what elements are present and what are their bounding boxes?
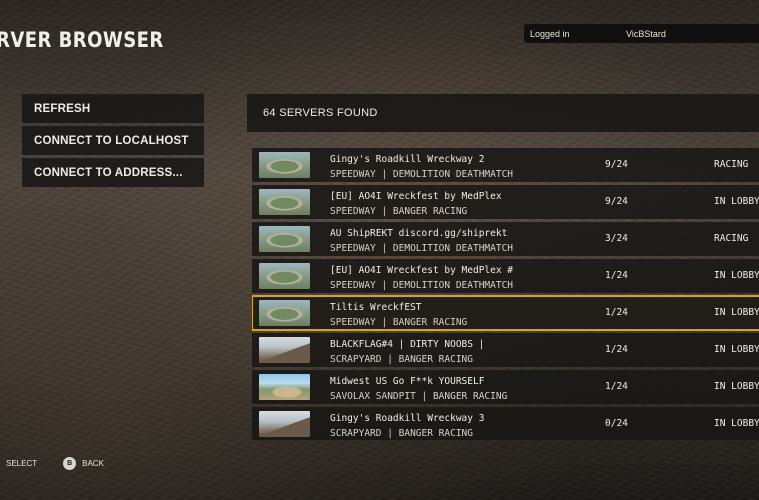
connect-localhost-label: CONNECT TO LOCALHOST (34, 134, 189, 147)
track-thumbnail (259, 263, 310, 289)
track-thumbnail (259, 411, 310, 437)
player-count: 9/24 (605, 196, 628, 207)
server-info: [EU] AO4I Wreckfest by MedPlex SPEEDWAY |… (330, 191, 502, 217)
server-status: IN LOBBY (714, 307, 759, 318)
select-label: SELECT (6, 458, 38, 468)
server-row[interactable]: Midwest US Go F**k YOURSELF SAVOLAX SANDP… (252, 370, 759, 404)
server-name: Midwest US Go F**k YOURSELF (330, 376, 485, 387)
server-name: [EU] AO4I Wreckfest by MedPlex # (330, 265, 514, 276)
server-name: Tiltis WreckfEST (330, 302, 422, 313)
server-status: IN LOBBY (714, 270, 759, 281)
server-track-mode: SAVOLAX SANDPIT | BANGER RACING (330, 391, 508, 402)
track-thumbnail (259, 189, 310, 215)
server-name: AU ShipREKT discord.gg/shiprekt (330, 228, 508, 239)
server-status: RACING (714, 159, 749, 170)
player-count: 1/24 (605, 344, 628, 355)
server-track-mode: SPEEDWAY | DEMOLITION DEATHMATCH (330, 169, 514, 180)
refresh-button[interactable]: REFRESH (22, 94, 204, 123)
track-thumbnail (259, 152, 310, 178)
server-name: Gingy's Roadkill Wreckway 3 (330, 413, 485, 424)
server-name: BLACKFLAG#4 | DIRTY NOOBS | (330, 339, 485, 350)
track-thumbnail (259, 226, 310, 252)
server-name: Gingy's Roadkill Wreckway 2 (330, 154, 485, 165)
server-status: RACING (714, 233, 749, 244)
server-row[interactable]: [EU] AO4I Wreckfest by MedPlex SPEEDWAY |… (252, 185, 759, 219)
b-button-icon: B (63, 456, 77, 470)
server-track-mode: SCRAPYARD | BANGER RACING (330, 428, 473, 439)
player-count: 1/24 (605, 270, 628, 281)
player-count: 0/24 (605, 418, 628, 429)
player-count: 1/24 (605, 307, 628, 318)
track-thumbnail (259, 300, 310, 326)
server-name: [EU] AO4I Wreckfest by MedPlex (330, 191, 502, 202)
server-row[interactable]: Gingy's Roadkill Wreckway 3 SCRAPYARD | B… (252, 407, 759, 440)
server-status: IN LOBBY (714, 344, 759, 355)
server-track-mode: SPEEDWAY | DEMOLITION DEATHMATCH (330, 243, 514, 254)
refresh-button-label: REFRESH (34, 102, 91, 115)
server-row[interactable]: Tiltis WreckfEST SPEEDWAY | BANGER RACING… (252, 295, 759, 331)
server-row[interactable]: [EU] AO4I Wreckfest by MedPlex # SPEEDWAY… (252, 259, 759, 293)
track-thumbnail (259, 337, 310, 363)
server-status: IN LOBBY (714, 196, 759, 207)
server-info: Gingy's Roadkill Wreckway 2 SPEEDWAY | DE… (330, 154, 513, 180)
server-status: IN LOBBY (714, 381, 759, 392)
server-track-mode: SPEEDWAY | DEMOLITION DEATHMATCH (330, 280, 514, 291)
server-info: Tiltis WreckfEST SPEEDWAY | BANGER RACING (330, 302, 467, 328)
server-track-mode: SPEEDWAY | BANGER RACING (330, 317, 468, 328)
server-track-mode: SPEEDWAY | BANGER RACING (330, 206, 468, 217)
server-count: 64 SERVERS FOUND (263, 107, 378, 119)
results-header: 64 SERVERS FOUND (247, 94, 759, 132)
login-label: Logged in (530, 28, 570, 39)
back-label: BACK (82, 458, 104, 468)
select-hint[interactable]: SELECT (6, 459, 37, 468)
server-info: AU ShipREKT discord.gg/shiprekt SPEEDWAY … (330, 228, 513, 254)
server-row[interactable]: Gingy's Roadkill Wreckway 2 SPEEDWAY | DE… (252, 148, 759, 182)
login-status-bar: Logged in VicBStard (524, 24, 759, 43)
server-list[interactable]: Gingy's Roadkill Wreckway 2 SPEEDWAY | DE… (252, 148, 759, 440)
username: VicBStard (626, 28, 666, 39)
connect-localhost-button[interactable]: CONNECT TO LOCALHOST (22, 126, 204, 155)
player-count: 9/24 (605, 159, 628, 170)
back-hint[interactable]: B BACK (63, 456, 104, 470)
side-menu: REFRESH CONNECT TO LOCALHOST CONNECT TO … (22, 94, 204, 190)
player-count: 3/24 (605, 233, 628, 244)
server-info: BLACKFLAG#4 | DIRTY NOOBS | SCRAPYARD | B… (330, 339, 484, 365)
player-count: 1/24 (605, 381, 628, 392)
track-thumbnail (259, 374, 310, 400)
page-title: RVER BROWSER (0, 28, 164, 52)
connect-address-button[interactable]: CONNECT TO ADDRESS... (22, 158, 204, 187)
controller-hints: SELECT B BACK (0, 455, 124, 471)
server-track-mode: SCRAPYARD | BANGER RACING (330, 354, 473, 365)
server-row[interactable]: AU ShipREKT discord.gg/shiprekt SPEEDWAY … (252, 222, 759, 256)
server-info: Gingy's Roadkill Wreckway 3 SCRAPYARD | B… (330, 413, 484, 439)
server-info: Midwest US Go F**k YOURSELF SAVOLAX SANDP… (330, 376, 507, 402)
server-info: [EU] AO4I Wreckfest by MedPlex # SPEEDWAY… (330, 265, 513, 291)
connect-address-label: CONNECT TO ADDRESS... (34, 166, 183, 179)
server-row[interactable]: BLACKFLAG#4 | DIRTY NOOBS | SCRAPYARD | B… (252, 333, 759, 367)
server-status: IN LOBBY (714, 418, 759, 429)
